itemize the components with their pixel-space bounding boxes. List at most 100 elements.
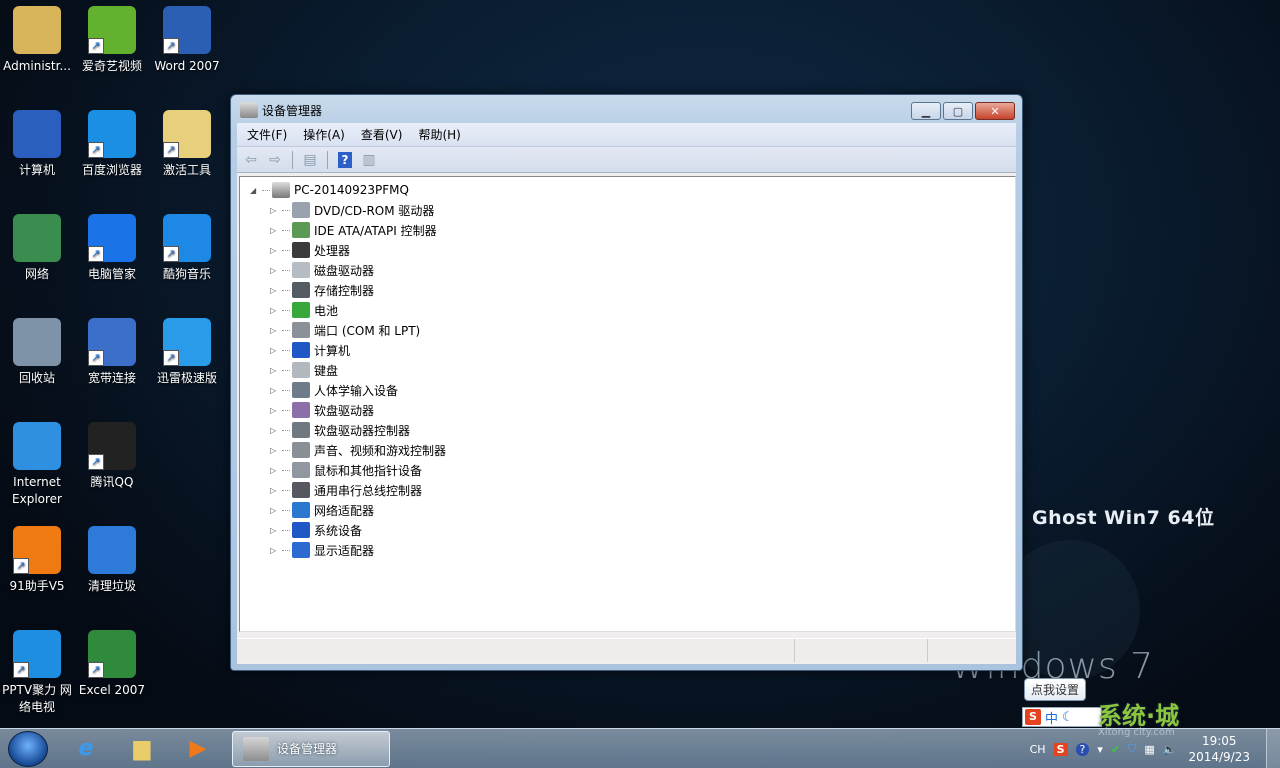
expand-arrow-icon[interactable]: ▷ xyxy=(270,426,280,435)
tree-node[interactable]: ▷ 键盘 xyxy=(240,360,1015,380)
window-client: 文件(F) 操作(A) 查看(V) 帮助(H) ⇦ ⇨ ▤ ? ▥ ◢ PC-2… xyxy=(237,123,1016,664)
desktop-icon[interactable]: ↗ Word 2007 xyxy=(150,0,224,75)
menu-action[interactable]: 操作(A) xyxy=(297,124,351,145)
expand-arrow-icon[interactable]: ▷ xyxy=(270,366,280,375)
tree-node[interactable]: ▷ 声音、视频和游戏控制器 xyxy=(240,440,1015,460)
tree-node[interactable]: ▷ 软盘驱动器 xyxy=(240,400,1015,420)
desktop-icon[interactable]: 回收站 xyxy=(0,312,74,387)
expand-arrow-icon[interactable]: ▷ xyxy=(270,286,280,295)
pc-manager-tray-icon[interactable]: ⛉ xyxy=(1128,742,1136,756)
desktop-icon[interactable]: ↗ 酷狗音乐 xyxy=(150,208,224,283)
expand-arrow-icon[interactable]: ▷ xyxy=(270,486,280,495)
tree-node[interactable]: ▷ 系统设备 xyxy=(240,520,1015,540)
device-manager-icon xyxy=(243,736,269,761)
minimize-button[interactable]: ▁ xyxy=(911,102,941,120)
language-indicator[interactable]: CH xyxy=(1030,743,1046,756)
expand-arrow-icon[interactable]: ▷ xyxy=(270,446,280,455)
expand-arrow-icon[interactable]: ▷ xyxy=(270,406,280,415)
tree-node[interactable]: ▷ DVD/CD-ROM 驱动器 xyxy=(240,200,1015,220)
expand-arrow-icon[interactable]: ▷ xyxy=(270,466,280,475)
tree-node[interactable]: ▷ 人体学输入设备 xyxy=(240,380,1015,400)
desktop-icon[interactable]: ↗ 百度浏览器 xyxy=(75,104,149,179)
expand-arrow-icon[interactable]: ▷ xyxy=(270,266,280,275)
tree-node[interactable]: ▷ 网络适配器 xyxy=(240,500,1015,520)
moon-icon[interactable]: ☾ xyxy=(1062,710,1074,725)
menu-help[interactable]: 帮助(H) xyxy=(412,124,466,145)
desktop-icon[interactable]: ↗ 激活工具 xyxy=(150,104,224,179)
tree-node[interactable]: ▷ 通用串行总线控制器 xyxy=(240,480,1015,500)
help-tray-icon[interactable]: ? xyxy=(1075,742,1090,756)
collapse-arrow-icon[interactable]: ◢ xyxy=(250,186,260,195)
desktop-icon[interactable]: ↗ PPTV聚力 网络电视 xyxy=(0,624,74,716)
expand-arrow-icon[interactable]: ▷ xyxy=(270,526,280,535)
desktop-icon[interactable]: Internet Explorer xyxy=(0,416,74,508)
back-arrow-icon[interactable]: ⇦ xyxy=(241,150,261,170)
desktop-icon[interactable]: ↗ 腾讯QQ xyxy=(75,416,149,491)
expand-arrow-icon[interactable]: ▷ xyxy=(270,246,280,255)
clock[interactable]: 19:05 2014/9/23 xyxy=(1188,733,1250,765)
media-player-icon[interactable]: ▶ xyxy=(170,730,226,768)
tree-line xyxy=(282,249,290,251)
tree-node[interactable]: ▷ 鼠标和其他指针设备 xyxy=(240,460,1015,480)
task-device-manager[interactable]: 设备管理器 xyxy=(232,730,390,767)
desktop-icon[interactable]: 计算机 xyxy=(0,104,74,179)
desktop-icon-label: 电脑管家 xyxy=(87,267,136,281)
tree-node[interactable]: ▷ 存储控制器 xyxy=(240,280,1015,300)
tree-node[interactable]: ▷ IDE ATA/ATAPI 控制器 xyxy=(240,220,1015,240)
expand-arrow-icon[interactable]: ▷ xyxy=(270,206,280,215)
xunlei-icon: ↗ xyxy=(163,318,211,366)
show-hidden-icons[interactable]: ▾ xyxy=(1097,743,1103,756)
sogou-tray-icon[interactable]: S xyxy=(1053,742,1068,756)
expand-arrow-icon[interactable]: ▷ xyxy=(270,326,280,335)
volume-icon[interactable]: 🔈 xyxy=(1163,743,1177,756)
start-button[interactable] xyxy=(8,730,48,767)
close-button[interactable]: ✕ xyxy=(975,102,1015,120)
desktop-icon[interactable]: ↗ 爱奇艺视频 xyxy=(75,0,149,75)
expand-arrow-icon[interactable]: ▷ xyxy=(270,546,280,555)
excel-icon: ↗ xyxy=(88,630,136,678)
ie-icon[interactable]: e xyxy=(58,730,114,768)
iqiyi-icon: ↗ xyxy=(88,6,136,54)
expand-arrow-icon[interactable]: ▷ xyxy=(270,386,280,395)
desktop-icon[interactable]: ↗ Excel 2007 xyxy=(75,624,149,699)
tree-node[interactable]: ▷ 软盘驱动器控制器 xyxy=(240,420,1015,440)
status-pane xyxy=(237,639,795,662)
desktop-icon-label: Internet Explorer xyxy=(12,475,62,506)
desktop-icon[interactable]: ↗ 电脑管家 xyxy=(75,208,149,283)
tree-line xyxy=(262,189,270,191)
tree-root[interactable]: ◢ PC-20140923PFMQ xyxy=(240,180,1015,200)
cleanup-icon xyxy=(88,526,136,574)
menu-view[interactable]: 查看(V) xyxy=(355,124,409,145)
expand-arrow-icon[interactable]: ▷ xyxy=(270,346,280,355)
tree-line xyxy=(282,529,290,531)
ime-mode[interactable]: 中 xyxy=(1045,708,1058,727)
tree-node[interactable]: ▷ 磁盘驱动器 xyxy=(240,260,1015,280)
tree-node[interactable]: ▷ 计算机 xyxy=(240,340,1015,360)
help-icon[interactable]: ? xyxy=(338,151,352,168)
show-desktop-button[interactable] xyxy=(1266,729,1280,768)
forward-arrow-icon[interactable]: ⇨ xyxy=(265,150,285,170)
title-bar[interactable]: 设备管理器 xyxy=(231,95,1022,125)
sogou-icon[interactable]: S xyxy=(1025,709,1041,725)
properties-icon[interactable]: ▥ xyxy=(359,150,379,170)
expand-arrow-icon[interactable]: ▷ xyxy=(270,506,280,515)
desktop-icon[interactable]: ↗ 迅雷极速版 xyxy=(150,312,224,387)
expand-arrow-icon[interactable]: ▷ xyxy=(270,306,280,315)
desktop-icon[interactable]: Administr... xyxy=(0,0,74,75)
desktop-icon[interactable]: 网络 xyxy=(0,208,74,283)
desktop-icon[interactable]: ↗ 宽带连接 xyxy=(75,312,149,387)
device-safe-removal-icon[interactable]: ✔ xyxy=(1111,743,1120,756)
console-tree-icon[interactable]: ▤ xyxy=(300,150,320,170)
maximize-button[interactable]: ▢ xyxy=(943,102,973,120)
tree-node[interactable]: ▷ 显示适配器 xyxy=(240,540,1015,560)
explorer-icon[interactable]: ▆ xyxy=(114,730,170,768)
tree-node[interactable]: ▷ 处理器 xyxy=(240,240,1015,260)
desktop-icon[interactable]: 清理垃圾 xyxy=(75,520,149,595)
tree-node[interactable]: ▷ 端口 (COM 和 LPT) xyxy=(240,320,1015,340)
tree-node[interactable]: ▷ 电池 xyxy=(240,300,1015,320)
menu-file[interactable]: 文件(F) xyxy=(241,124,293,145)
expand-arrow-icon[interactable]: ▷ xyxy=(270,226,280,235)
desktop-icon[interactable]: ↗ 91助手V5 xyxy=(0,520,74,595)
network-tray-icon[interactable]: ▦ xyxy=(1144,743,1154,756)
ime-bar[interactable]: S 中 ☾ xyxy=(1022,707,1102,727)
